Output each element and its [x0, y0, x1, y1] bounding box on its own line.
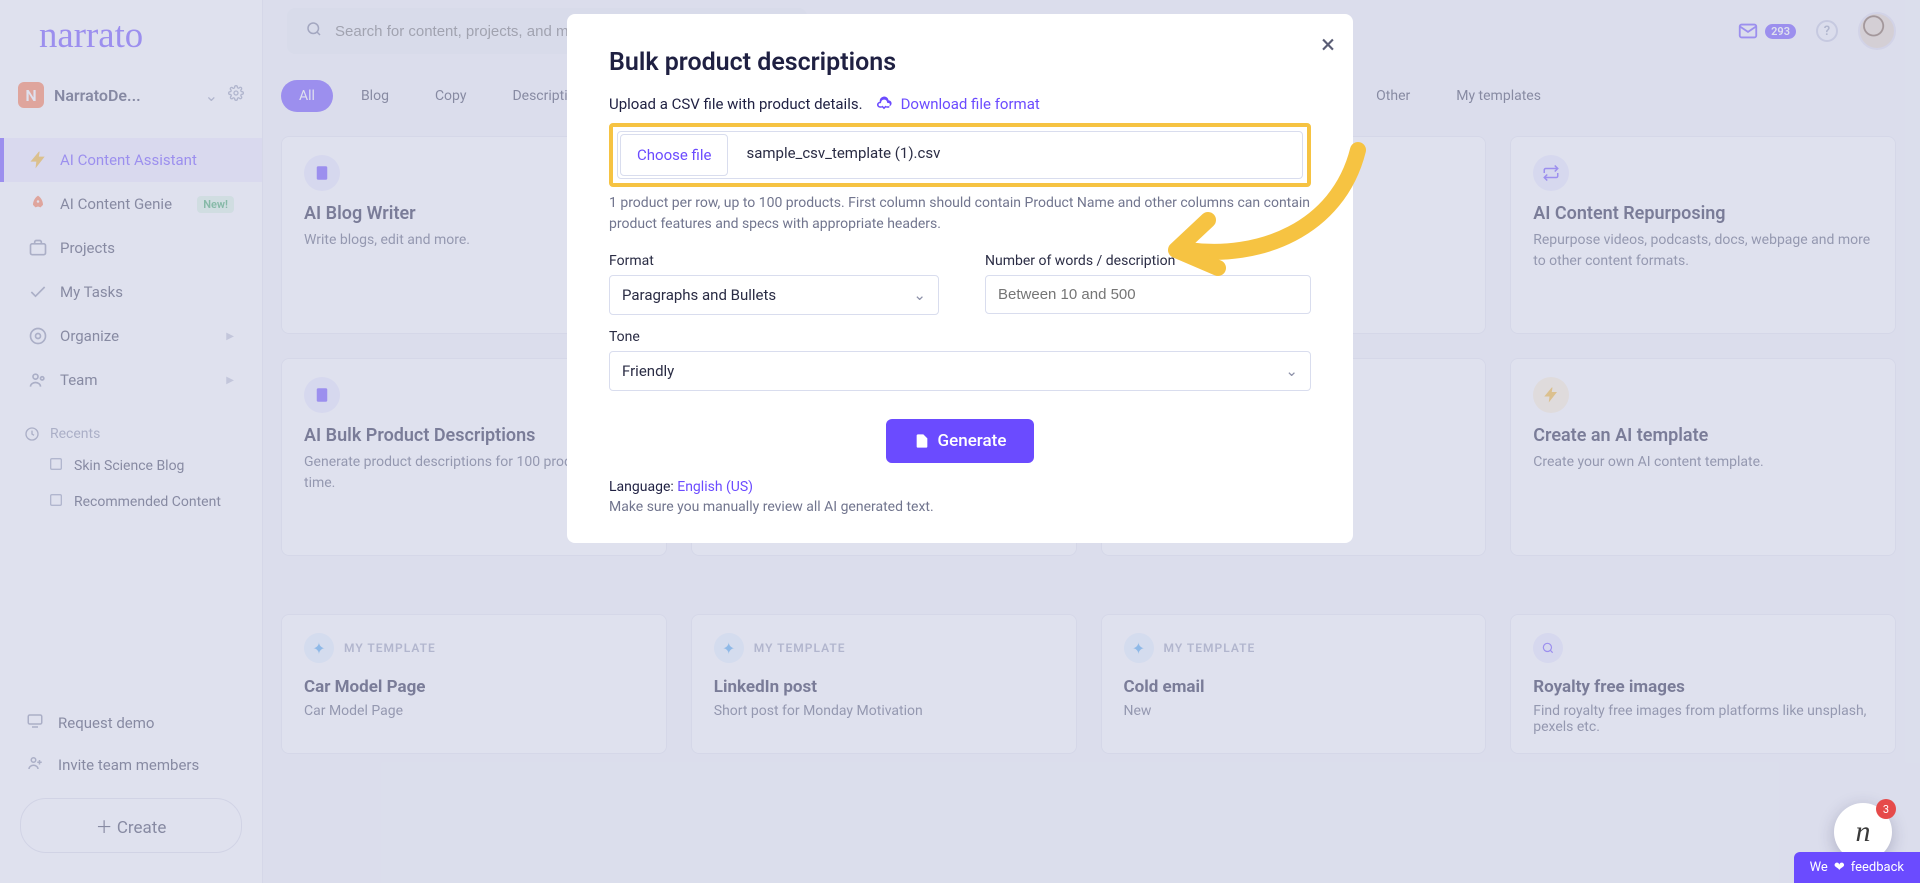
review-note: Make sure you manually review all AI gen… [609, 499, 1311, 515]
word-count-label: Number of words / description [985, 253, 1311, 269]
format-value: Paragraphs and Bullets [622, 286, 776, 304]
feedback-text-pre: We [1810, 860, 1828, 875]
chevron-down-icon: ⌄ [913, 286, 926, 304]
chat-logo: n [1856, 815, 1871, 849]
feedback-text-post: feedback [1851, 860, 1904, 875]
language-row: Language: English (US) [609, 479, 1311, 495]
word-count-input[interactable] [998, 286, 1298, 303]
bulk-descriptions-modal: × Bulk product descriptions Upload a CSV… [567, 14, 1353, 543]
cloud-download-icon [875, 95, 893, 113]
word-count-input-wrap[interactable] [985, 275, 1311, 314]
selected-filename: sample_csv_template (1).csv [730, 132, 956, 178]
choose-file-button[interactable]: Choose file [620, 134, 728, 176]
heart-icon: ❤ [1834, 860, 1845, 875]
language-link[interactable]: English (US) [677, 479, 753, 495]
modal-overlay[interactable]: × Bulk product descriptions Upload a CSV… [0, 0, 1920, 883]
download-label: Download file format [901, 95, 1040, 113]
tone-label: Tone [609, 329, 1311, 345]
modal-title: Bulk product descriptions [609, 48, 1311, 77]
file-upload-highlight: Choose file sample_csv_template (1).csv [609, 123, 1311, 187]
file-upload[interactable]: Choose file sample_csv_template (1).csv [617, 131, 1303, 179]
generate-label: Generate [938, 431, 1007, 451]
chat-badge: 3 [1876, 799, 1896, 819]
chevron-down-icon: ⌄ [1285, 362, 1298, 380]
close-icon[interactable]: × [1321, 30, 1335, 60]
download-file-format-link[interactable]: Download file format [875, 95, 1040, 113]
upload-instruction: Upload a CSV file with product details. [609, 95, 863, 113]
format-label: Format [609, 253, 939, 269]
tone-value: Friendly [622, 362, 674, 380]
generate-button[interactable]: Generate [886, 419, 1035, 463]
file-icon [914, 433, 930, 449]
tone-select[interactable]: Friendly ⌄ [609, 351, 1311, 391]
feedback-tab[interactable]: We ❤ feedback [1794, 852, 1920, 883]
upload-hint: 1 product per row, up to 100 products. F… [609, 193, 1311, 235]
format-select[interactable]: Paragraphs and Bullets ⌄ [609, 275, 939, 315]
language-label: Language: [609, 479, 677, 495]
